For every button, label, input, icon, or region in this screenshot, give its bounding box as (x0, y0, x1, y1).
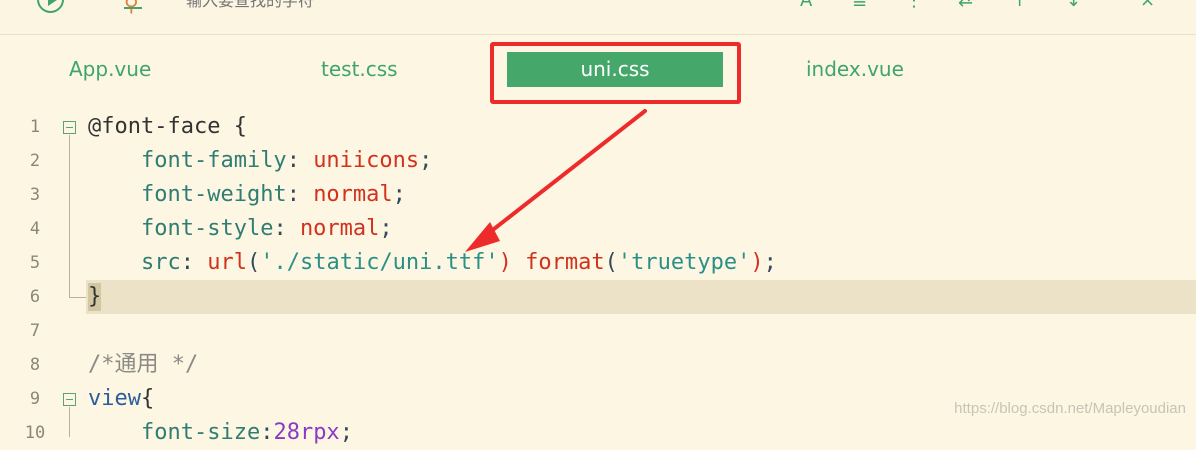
brace: } (88, 284, 102, 309)
css-function: url (207, 250, 247, 275)
fold-guide (69, 135, 70, 297)
css-property: font-weight (140, 182, 287, 207)
code-line: src: url('./static/uni.ttf') format('tru… (88, 246, 777, 280)
colon: : (273, 216, 300, 241)
colon: : (286, 182, 314, 207)
css-string: './static/uni.ttf' (260, 250, 499, 275)
code-line: view{ (88, 382, 154, 416)
css-value: 28rpx (273, 420, 340, 445)
code-line: @font-face { (88, 110, 247, 144)
semicolon: ; (339, 420, 353, 445)
whole-word-icon[interactable]: ⋮ (905, 0, 923, 11)
css-property: font-size (140, 420, 261, 445)
colon: : (180, 250, 208, 275)
search-underline (124, 7, 142, 9)
line-number: 6 (29, 287, 41, 307)
search-input[interactable] (184, 0, 488, 12)
at-rule: @font-face (88, 114, 221, 139)
replace-icon[interactable]: ⇄ (958, 0, 973, 11)
code-line: font-weight: normal; (88, 178, 406, 212)
semicolon: ; (419, 148, 433, 173)
semicolon: ; (392, 182, 406, 207)
brace: { (140, 386, 155, 411)
fold-toggle-icon[interactable] (63, 393, 76, 406)
prev-icon[interactable]: ↑ (1012, 0, 1027, 11)
colon: : (260, 420, 274, 445)
css-property: font-style (140, 216, 274, 241)
line-number: 2 (29, 151, 41, 171)
css-value: uniicons (313, 148, 420, 173)
css-value: normal (299, 216, 380, 241)
code-line: font-style: normal; (88, 212, 393, 246)
current-line-highlight (86, 280, 1196, 314)
annotation-highlight-box (490, 42, 741, 104)
colon: : (286, 148, 314, 173)
regex-icon[interactable]: ≣ (852, 0, 867, 11)
fold-guide (69, 407, 70, 437)
code-line: } (88, 280, 101, 314)
paren: ( (246, 250, 261, 275)
css-function: format (525, 250, 605, 275)
line-number: 3 (29, 185, 41, 205)
tab-test-css[interactable]: test.css (321, 50, 398, 88)
line-number: 1 (29, 117, 41, 137)
tab-app-vue[interactable]: App.vue (69, 50, 151, 88)
css-selector: view (88, 386, 141, 411)
paren: ( (604, 250, 618, 275)
match-case-icon[interactable]: A (800, 0, 812, 11)
css-property: font-family (140, 148, 287, 173)
run-icon[interactable] (37, 0, 64, 13)
line-number: 8 (29, 355, 41, 375)
code-line: font-family: uniicons; (88, 144, 432, 178)
semicolon: ; (763, 250, 777, 275)
paren: ) (750, 250, 764, 275)
find-toolbar: ⚲ A ≣ ⋮ ⇄ ↑ ↓ × (0, 0, 1196, 35)
code-line: /*通用 */ (88, 348, 198, 382)
next-icon[interactable]: ↓ (1066, 0, 1081, 11)
code-comment: /*通用 */ (88, 352, 199, 377)
css-value: normal (313, 182, 393, 207)
tab-index-vue[interactable]: index.vue (806, 50, 904, 88)
line-number: 9 (29, 389, 41, 409)
line-number: 4 (29, 219, 41, 239)
semicolon: ; (379, 216, 393, 241)
line-number: 5 (29, 253, 41, 273)
close-icon[interactable]: × (1140, 0, 1155, 11)
paren: ) (498, 250, 512, 275)
watermark: https://blog.csdn.net/Mapleyoudian (954, 400, 1186, 417)
line-number: 7 (29, 321, 41, 341)
code-line: font-size:28rpx; (88, 416, 353, 450)
line-number: 10 (24, 423, 46, 443)
brace: { (220, 114, 247, 139)
fold-guide-end (69, 297, 86, 298)
css-property: src (140, 250, 181, 275)
fold-toggle-icon[interactable] (63, 121, 76, 134)
css-string: 'truetype' (617, 250, 751, 275)
